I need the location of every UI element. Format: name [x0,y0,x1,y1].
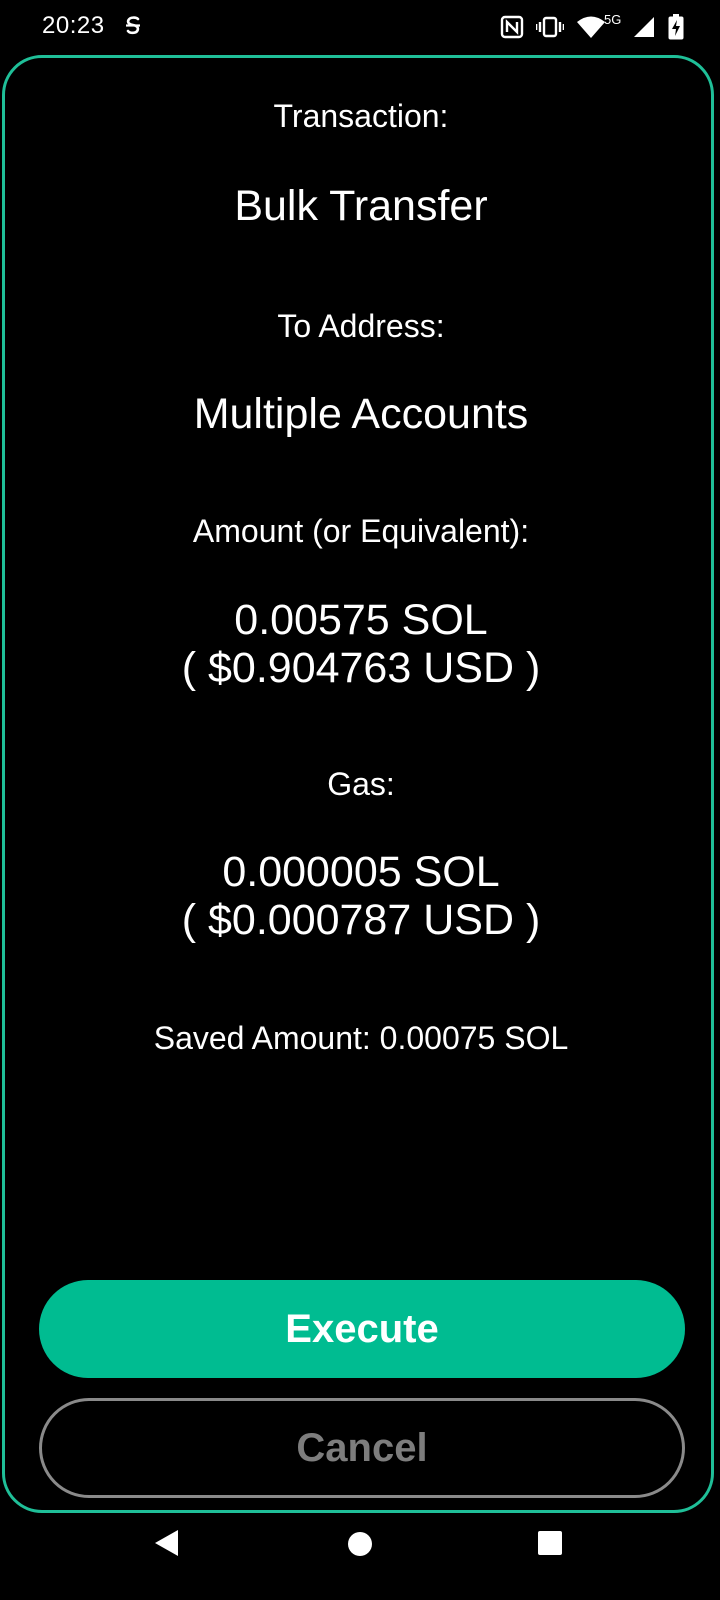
status-time: 20:23 [42,12,105,39]
gas-usd: ( $0.000787 USD ) [181,896,541,944]
signal-icon [632,15,656,39]
s-circle-icon [122,14,144,38]
transaction-value: Bulk Transfer [234,182,488,230]
network-type-label: 5G [604,12,622,27]
status-icons [500,12,684,42]
amount-label: Amount (or Equivalent): [192,513,530,549]
gas-label: Gas: [327,766,395,802]
gas-sol: 0.000005 SOL [222,848,500,896]
amount-usd: ( $0.904763 USD ) [181,644,541,692]
gas-value: 0.000005 SOL ( $0.000787 USD ) [5,848,717,944]
status-bar: 20:23 5G [0,0,720,54]
nfc-icon [500,15,524,39]
cancel-button[interactable]: Cancel [39,1398,685,1498]
back-icon[interactable] [152,1528,182,1563]
to-address-value: Multiple Accounts [193,390,529,438]
amount-value: 0.00575 SOL ( $0.904763 USD ) [5,596,717,692]
transaction-label: Transaction: [273,98,449,134]
saved-amount: Saved Amount: 0.00075 SOL [153,1020,569,1056]
screen: 20:23 5G Transaction: Bulk Transfer To A… [0,0,720,1600]
transaction-card: Transaction: Bulk Transfer To Address: M… [2,55,714,1513]
to-address-label: To Address: [277,308,445,344]
execute-button[interactable]: Execute [39,1280,685,1378]
navigation-bar [0,1520,720,1600]
battery-charging-icon [668,14,684,40]
amount-sol: 0.00575 SOL [234,596,488,644]
home-icon[interactable] [346,1530,374,1563]
recents-icon[interactable] [537,1530,563,1561]
wifi-icon [576,15,606,39]
vibrate-icon [536,15,564,39]
